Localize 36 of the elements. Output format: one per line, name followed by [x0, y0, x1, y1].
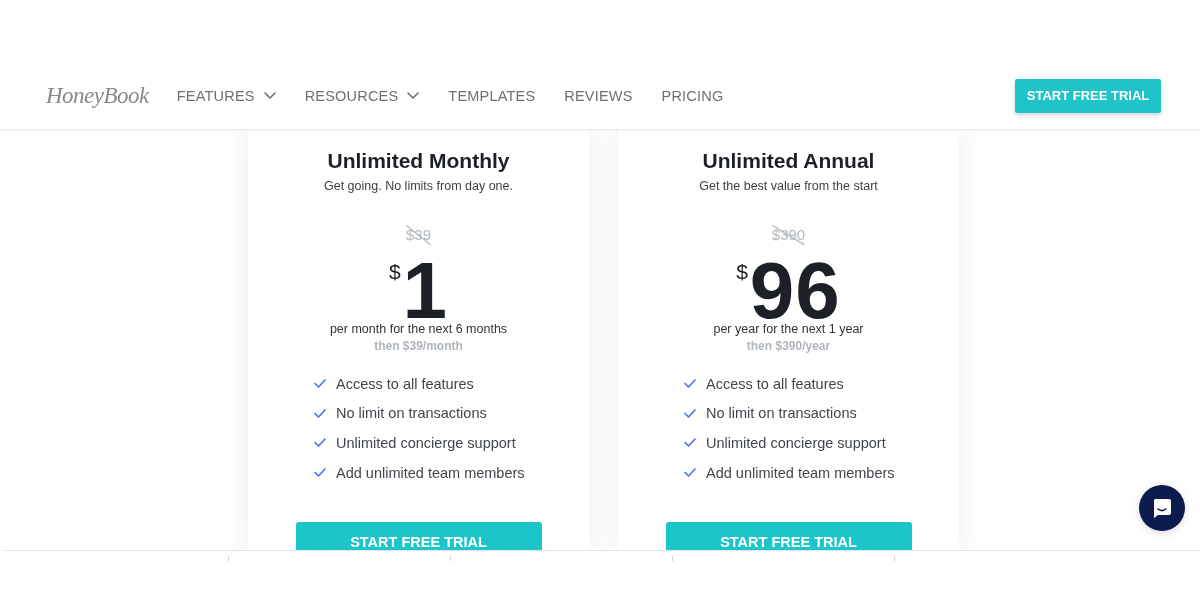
- chat-button[interactable]: [1139, 485, 1185, 531]
- nav-menu-link[interactable]: FEATURES: [176, 86, 276, 105]
- price-amount: 96: [749, 259, 841, 323]
- check-icon: [684, 438, 696, 448]
- plan-title: Unlimited Monthly: [327, 148, 510, 174]
- check-icon: [684, 379, 696, 389]
- price-amount: 1: [402, 259, 449, 323]
- feature-text: Access to all features: [706, 374, 844, 394]
- feature-text: Unlimited concierge support: [706, 434, 886, 453]
- nav-link[interactable]: PRICING: [661, 86, 724, 105]
- check-icon: [314, 379, 326, 389]
- nav-link[interactable]: REVIEWS: [564, 86, 633, 105]
- feature-text: Unlimited concierge support: [336, 434, 516, 453]
- billing-period: per year for the next 1 year: [713, 321, 864, 338]
- check-icon: [314, 468, 326, 478]
- brand-logo[interactable]: HoneyBook: [46, 84, 149, 107]
- billing-period: per month for the next 6 months: [329, 321, 508, 338]
- check-icon: [684, 468, 696, 478]
- nav-menu-link[interactable]: RESOURCES: [304, 86, 420, 105]
- currency-sign: $: [736, 261, 748, 282]
- feature-text: Add unlimited team members: [706, 463, 895, 483]
- check-icon: [314, 438, 326, 448]
- renewal-price: then $390/year: [746, 338, 831, 354]
- nav-link[interactable]: TEMPLATES: [448, 86, 536, 105]
- feature-text: Access to all features: [336, 374, 474, 394]
- plan-subtitle: Get going. No limits from day one.: [324, 178, 513, 195]
- feature-text: No limit on transactions: [336, 404, 487, 424]
- feature-text: Add unlimited team members: [336, 463, 525, 483]
- check-icon: [314, 408, 326, 418]
- renewal-price: then $39/month: [374, 338, 463, 354]
- currency-sign: $: [388, 261, 401, 282]
- chat-bubble-icon: [1152, 498, 1172, 518]
- check-icon: [684, 408, 696, 418]
- feature-text: No limit on transactions: [706, 404, 857, 424]
- plan-subtitle: Get the best value from the start: [699, 178, 878, 195]
- plan-title: Unlimited Annual: [702, 148, 875, 174]
